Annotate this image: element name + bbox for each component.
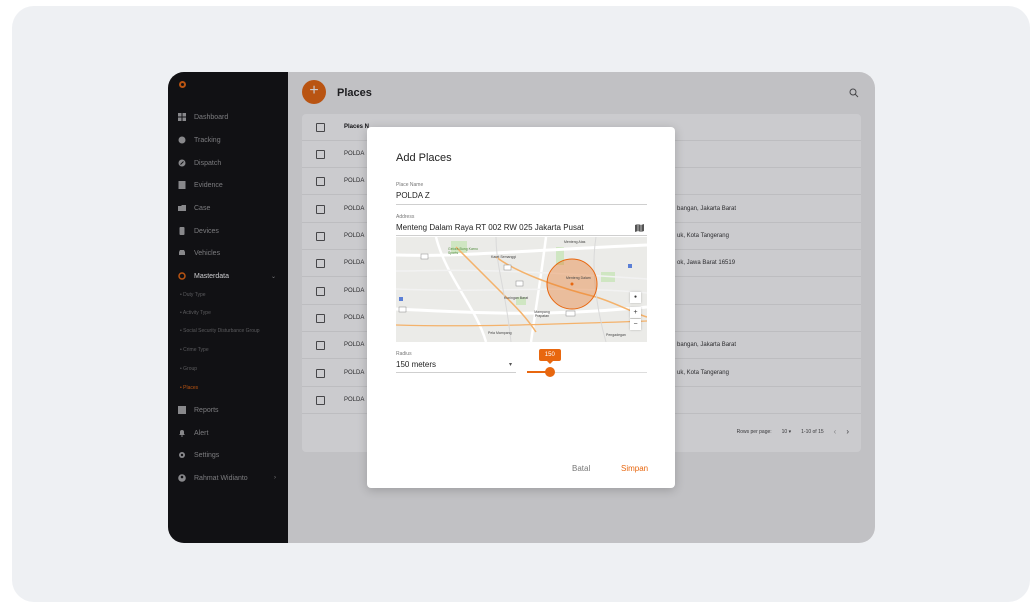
- radius-slider-value-label: 150: [538, 349, 561, 364]
- address-input[interactable]: Menteng Dalam Raya RT 002 RW 025 Jakarta…: [396, 223, 584, 232]
- map-label: Gelora Bung Karno Sports: [448, 247, 478, 255]
- map-label: Menteng Dalam: [566, 276, 591, 280]
- place-name-input[interactable]: POLDA Z: [396, 191, 430, 200]
- map-label: Kuningan Barat: [504, 296, 529, 300]
- map-label: Pengadegan: [606, 333, 626, 337]
- dialog-title: Add Places: [396, 152, 452, 164]
- add-places-dialog: Add Places Place Name POLDA Z Address Me…: [367, 127, 675, 488]
- address-label: Address: [396, 214, 415, 220]
- place-name-label: Place Name: [396, 182, 424, 188]
- app-window: Dashboard Tracking Dispatch Evidence Cas…: [168, 72, 875, 543]
- save-button[interactable]: Simpan: [621, 464, 648, 473]
- place-name-underline: [396, 204, 647, 205]
- zoom-out-button[interactable]: −: [630, 319, 641, 330]
- radius-select[interactable]: 150 meters ▾: [396, 360, 516, 373]
- dropdown-arrow-icon: ▾: [508, 362, 512, 368]
- zoom-in-button[interactable]: +: [630, 307, 641, 318]
- cancel-button[interactable]: Batal: [572, 464, 590, 473]
- map-label: Mampang Prapatan: [534, 310, 550, 318]
- map-view-toggle[interactable]: ●: [630, 292, 641, 303]
- radius-label: Radius: [396, 351, 412, 357]
- map-label: Karet Semanggi: [491, 255, 517, 259]
- radius-select-value: 150 meters: [396, 360, 437, 369]
- map-view[interactable]: Menteng Atas Karet Semanggi Gelora Bung …: [396, 237, 647, 342]
- map-label: Pela Mampang: [488, 331, 512, 335]
- address-underline: [396, 235, 647, 236]
- radius-slider-thumb[interactable]: [544, 367, 555, 377]
- map-canvas: [396, 237, 647, 342]
- map-label: Menteng Atas: [564, 240, 586, 244]
- map-icon[interactable]: [635, 224, 644, 232]
